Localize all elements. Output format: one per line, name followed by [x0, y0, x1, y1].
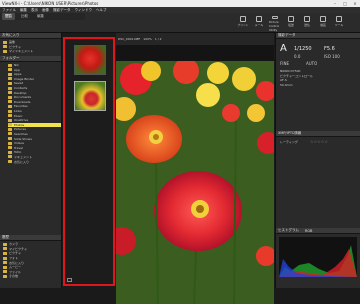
- folder-icon: [8, 86, 12, 90]
- rating-stars[interactable]: ☆☆☆☆☆: [310, 139, 328, 144]
- folder-icon: [8, 77, 12, 81]
- transfer-icon: [288, 16, 294, 22]
- folder-icon: [8, 132, 12, 136]
- quality: FINE: [280, 61, 289, 66]
- tab-browse[interactable]: 閲覧: [2, 13, 15, 20]
- info-line: 50.0mm: [280, 83, 293, 88]
- folder-tree: Nik App Apps Image Binder Saved Contacts Deskt…: [0, 62, 61, 186]
- folder-icon: [8, 91, 12, 95]
- mail-button[interactable]: メール: [253, 16, 265, 32]
- folder-icon: [3, 40, 7, 44]
- workspace-tabs: 閲覧 比較 編集: [0, 13, 85, 20]
- folder-icon: [3, 256, 7, 260]
- history-item[interactable]: その他: [3, 274, 61, 279]
- movie-button[interactable]: 動画: [317, 16, 329, 32]
- folder-item[interactable]: お気に入り: [8, 159, 61, 164]
- menu-help[interactable]: ヘルプ: [96, 8, 107, 13]
- histogram-mode[interactable]: RGB: [305, 229, 313, 233]
- history-header[interactable]: 履歴: [0, 235, 61, 241]
- folder-icon: [8, 141, 12, 145]
- history-list: カメラ マイピクチャ ピクチャ フォト お気に入り ムービー ファイル その他: [3, 242, 61, 279]
- folder-icon: [8, 155, 12, 159]
- folder-icon: [8, 127, 12, 131]
- menu-shooting-data[interactable]: 撮影データ: [53, 8, 71, 13]
- folder-icon: [8, 137, 12, 141]
- folder-icon: [3, 265, 7, 269]
- folder-icon: [8, 68, 12, 72]
- folder-icon: [8, 160, 12, 164]
- picture-control-icon: [272, 16, 278, 19]
- folder-icon: [3, 270, 7, 274]
- folder-icon: [3, 261, 7, 265]
- folder-icon: [3, 247, 7, 251]
- tab-edit[interactable]: 編集: [34, 13, 47, 20]
- folder-icon: [8, 118, 12, 122]
- metadata-header[interactable]: XMP/IPTC情報: [276, 131, 360, 137]
- window-title: ViewNX-i - C:\Users\NIKON USER\Pictures\…: [2, 1, 99, 6]
- folder-icon: [3, 242, 7, 246]
- folder-icon: [8, 150, 12, 154]
- folder-icon: [8, 109, 12, 113]
- folder-icon: [8, 100, 12, 104]
- transfer-button[interactable]: 転送: [285, 16, 297, 32]
- print-button[interactable]: プリント: [237, 16, 249, 32]
- upload-button[interactable]: 送信: [301, 16, 313, 32]
- histogram: [279, 237, 357, 277]
- favorite-item[interactable]: マイドキュメント: [3, 49, 61, 54]
- zoom-level[interactable]: 100%: [143, 37, 152, 41]
- folder-icon: [3, 49, 7, 53]
- white-balance: AUTO: [306, 61, 318, 66]
- shooting-mode: A: [280, 43, 287, 54]
- image-counter: 1 / 2: [154, 37, 162, 41]
- iso: ISO 100: [324, 54, 340, 59]
- thumbnail-selected[interactable]: [74, 81, 106, 111]
- exposure-info: A 1/1250 F5.6 0.0 ISO 100 FINE AUTO NIKO…: [276, 41, 360, 101]
- folder-icon: [8, 95, 12, 99]
- menu-file[interactable]: ファイル: [2, 8, 16, 13]
- movie-icon: [320, 16, 326, 22]
- folder-icon: [8, 72, 12, 76]
- folder-icon: [3, 274, 7, 278]
- image-viewer: DSC_0001.NEF 100% 1 / 2: [116, 33, 274, 304]
- picture-control-button[interactable]: Picture Control Utility: [269, 16, 281, 32]
- close-icon[interactable]: ×: [350, 0, 360, 7]
- folder-icon: [3, 251, 7, 255]
- folder-icon: [8, 104, 12, 108]
- folder-icon: [8, 63, 12, 67]
- left-panel: お気に入り 画像 ピクチャ マイドキュメント フォルダー Nik App Apps I…: [0, 33, 62, 288]
- upload-icon: [304, 16, 310, 22]
- folder-icon: [3, 45, 7, 49]
- viewer-toolbar: DSC_0001.NEF 100% 1 / 2: [116, 33, 274, 45]
- mail-icon: [256, 16, 262, 22]
- histogram-header[interactable]: ヒストグラム RGB: [276, 228, 360, 234]
- shooting-info-header[interactable]: 撮影データ: [276, 33, 360, 39]
- filmstrip: [63, 37, 115, 286]
- menu-edit[interactable]: 編集: [20, 8, 27, 13]
- menu-window[interactable]: ウィンドウ: [75, 8, 93, 13]
- maximize-icon[interactable]: □: [340, 0, 350, 7]
- menu-image[interactable]: 画像: [42, 8, 49, 13]
- info-lines: NIKON D7500 ピクチャーコントロール AF-S 50.0mm: [280, 69, 358, 87]
- folder-icon: [8, 123, 12, 127]
- favorites-list: 画像 ピクチャ マイドキュメント: [0, 39, 61, 56]
- print-icon: [240, 16, 246, 22]
- toolbar: 閲覧 比較 編集 プリント メール Picture Control Utilit…: [0, 13, 360, 33]
- right-panel: 撮影データ A 1/1250 F5.6 0.0 ISO 100 FINE AUT…: [275, 33, 360, 288]
- tools-icon: [336, 16, 342, 22]
- aperture: F5.6: [324, 46, 335, 52]
- shutter-speed: 1/1250: [294, 46, 312, 52]
- folder-icon: [8, 146, 12, 150]
- preview-image: [116, 61, 274, 304]
- folder-icon: [8, 114, 12, 118]
- minimize-icon[interactable]: –: [330, 0, 340, 7]
- menu-view[interactable]: 表示: [31, 8, 38, 13]
- tab-compare[interactable]: 比較: [18, 13, 31, 20]
- tools-button[interactable]: ツール: [333, 16, 345, 32]
- filmstrip-menu-icon[interactable]: [67, 278, 72, 282]
- title-bar: ViewNX-i - C:\Users\NIKON USER\Pictures\…: [0, 0, 360, 7]
- viewer-file-label: DSC_0001.NEF: [118, 37, 141, 41]
- thumbnail[interactable]: [74, 45, 106, 75]
- folder-icon: [8, 81, 12, 85]
- exposure-comp: 0.0: [294, 54, 301, 59]
